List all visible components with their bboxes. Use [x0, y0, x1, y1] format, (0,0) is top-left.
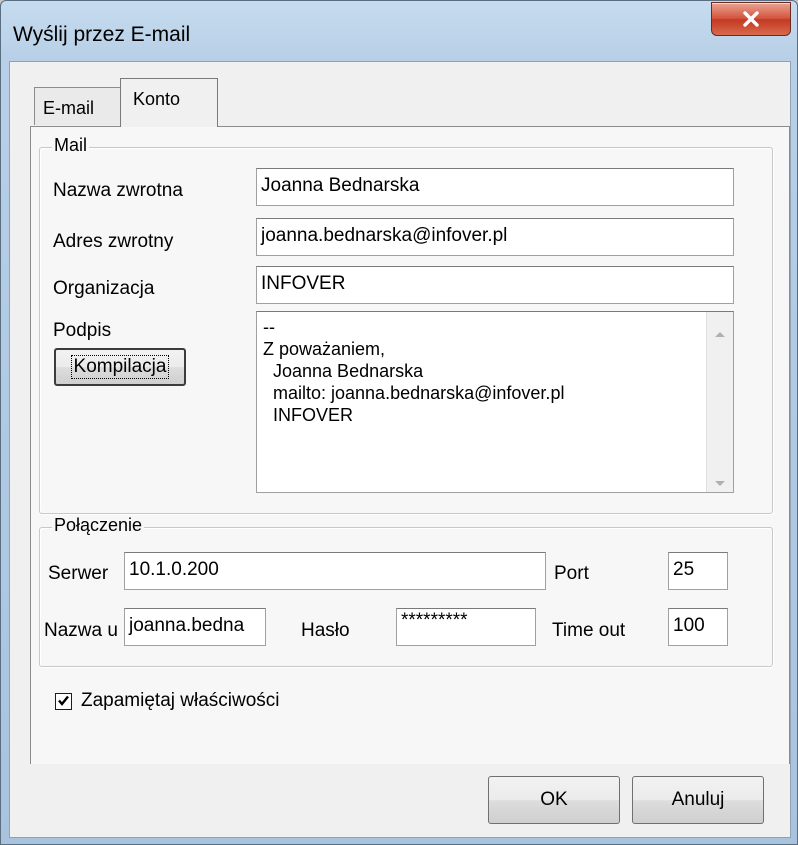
mail-group-legend: Mail: [52, 135, 90, 156]
organization-label: Organizacja: [53, 278, 155, 299]
timeout-label: Time out: [552, 620, 626, 641]
dialog-button-bar: OK Anuluj: [10, 764, 790, 837]
mail-group: Mail Nazwa zwrotna Joanna Bednarska Adre…: [39, 135, 773, 514]
ok-button[interactable]: OK: [488, 776, 620, 824]
signature-scrollbar[interactable]: [706, 312, 733, 492]
compile-button[interactable]: Kompilacja: [54, 348, 186, 386]
return-address-label: Adres zwrotny: [53, 231, 174, 252]
return-name-input[interactable]: Joanna Bednarska: [256, 168, 734, 206]
organization-input[interactable]: INFOVER: [256, 266, 734, 304]
return-name-label: Nazwa zwrotna: [53, 180, 183, 201]
signature-text: -- Z poważaniem, Joanna Bednarska mailto…: [263, 316, 564, 426]
scroll-down-arrow-icon[interactable]: [714, 472, 726, 492]
password-label: Hasło: [301, 620, 350, 641]
signature-textarea[interactable]: -- Z poważaniem, Joanna Bednarska mailto…: [256, 311, 734, 493]
remember-label[interactable]: Zapamiętaj właściwości: [81, 690, 280, 712]
ok-button-label: OK: [540, 789, 568, 810]
dialog-client-area: E-mail Konto Mail Nazwa zwrotna Joanna B…: [9, 61, 791, 838]
dialog-window: Wyślij przez E-mail E-mail Konto Mail Na…: [0, 0, 798, 845]
password-input[interactable]: *********: [396, 608, 536, 646]
window-title: Wyślij przez E-mail: [13, 23, 191, 46]
timeout-input[interactable]: 100: [668, 608, 728, 646]
signature-line: Z poważaniem,: [263, 339, 386, 359]
tab-konto[interactable]: Konto: [120, 78, 218, 127]
port-label: Port: [554, 563, 589, 584]
remember-checkbox[interactable]: [55, 693, 72, 710]
connection-group-legend: Połączenie: [52, 515, 145, 536]
checkmark-icon: [57, 691, 70, 713]
scroll-up-arrow-icon[interactable]: [714, 322, 726, 344]
return-address-input[interactable]: joanna.bednarska@infover.pl: [256, 218, 734, 256]
tab-email-label: E-mail: [43, 98, 95, 118]
username-input[interactable]: joanna.bedna: [124, 608, 266, 646]
close-button[interactable]: [711, 2, 791, 36]
server-input[interactable]: 10.1.0.200: [124, 552, 546, 590]
signature-line: INFOVER: [263, 405, 354, 425]
close-icon: [742, 11, 760, 27]
signature-label: Podpis: [53, 320, 112, 341]
signature-line: mailto: joanna.bednarska@infover.pl: [263, 383, 565, 403]
signature-line: Joanna Bednarska: [263, 361, 424, 381]
signature-line: --: [263, 317, 275, 337]
port-input[interactable]: 25: [668, 552, 728, 590]
cancel-button-label: Anuluj: [671, 789, 725, 810]
tab-email[interactable]: E-mail: [34, 87, 128, 125]
cancel-button[interactable]: Anuluj: [632, 776, 764, 824]
connection-group: Połączenie Serwer 10.1.0.200 Port 25 Naz…: [39, 515, 773, 667]
tab-konto-label: Konto: [133, 89, 181, 109]
title-bar[interactable]: Wyślij przez E-mail: [1, 1, 797, 61]
server-label: Serwer: [48, 563, 109, 584]
konto-tab-panel: Mail Nazwa zwrotna Joanna Bednarska Adre…: [30, 126, 790, 824]
compile-button-label: Kompilacja: [70, 355, 170, 379]
username-label: Nazwa u: [44, 620, 118, 641]
